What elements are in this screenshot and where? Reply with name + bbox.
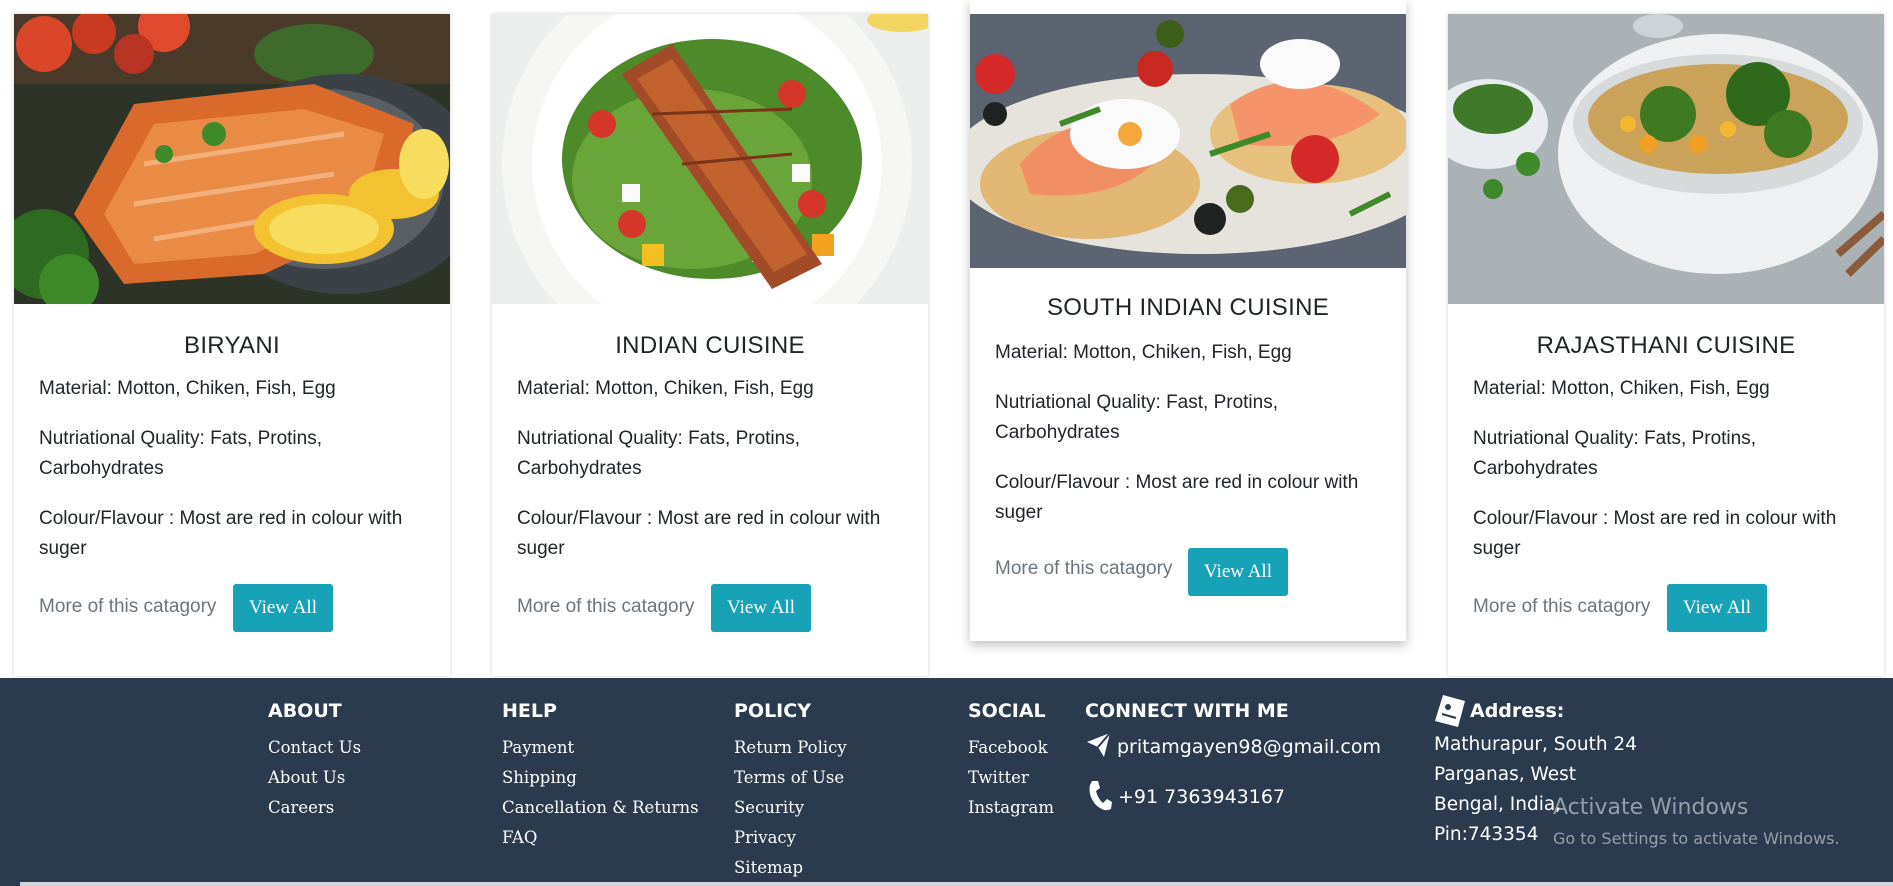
footer-link-instagram[interactable]: Instagram	[968, 798, 1054, 817]
footer-social-heading: SOCIAL	[968, 700, 1046, 722]
view-all-button[interactable]: View All	[233, 584, 333, 632]
eggs-benedict-image	[970, 14, 1406, 268]
card-material: Material: Motton, Chiken, Fish, Egg	[1473, 378, 1770, 399]
footer-link-facebook[interactable]: Facebook	[968, 738, 1048, 757]
card-colour: Colour/Flavour : Most are red in colour …	[995, 472, 1359, 523]
card-nutrition: Nutriational Quality: Fats, Protins, Car…	[39, 428, 322, 479]
footer-link-sitemap[interactable]: Sitemap	[734, 858, 803, 877]
footer-about-heading: ABOUT	[268, 700, 342, 722]
footer-connect-heading: CONNECT WITH ME	[1085, 700, 1289, 722]
footer-link-careers[interactable]: Careers	[268, 798, 334, 817]
card-biryani: BIRYANI Material: Motton, Chiken, Fish, …	[14, 14, 450, 676]
card-title: INDIAN CUISINE	[615, 332, 805, 359]
footer-phone[interactable]: +91 7363943167	[1118, 786, 1285, 808]
card-material: Material: Motton, Chiken, Fish, Egg	[995, 342, 1292, 363]
card-title: RAJASTHANI CUISINE	[1536, 332, 1796, 359]
footer-policy-heading: POLICY	[734, 700, 811, 722]
footer-link-about-us[interactable]: About Us	[268, 768, 345, 787]
footer-link-terms-of-use[interactable]: Terms of Use	[734, 768, 844, 787]
address-card-icon	[1434, 694, 1466, 728]
footer-link-return-policy[interactable]: Return Policy	[734, 738, 847, 757]
card-rajasthani-cuisine: RAJASTHANI CUISINE Material: Motton, Chi…	[1448, 14, 1884, 676]
more-category-text: More of this catagory	[39, 596, 217, 617]
footer-address-heading: Address:	[1470, 700, 1565, 722]
view-all-button[interactable]: View All	[1667, 584, 1767, 632]
more-category-text: More of this catagory	[995, 558, 1173, 579]
card-material: Material: Motton, Chiken, Fish, Egg	[39, 378, 336, 399]
quinoa-bowl-image	[1448, 14, 1884, 304]
card-nutrition: Nutriational Quality: Fats, Protins, Car…	[517, 428, 800, 479]
email-icon	[1084, 730, 1114, 760]
card-material: Material: Motton, Chiken, Fish, Egg	[517, 378, 814, 399]
address-line: Mathurapur, South 24	[1434, 734, 1637, 755]
footer-link-twitter[interactable]: Twitter	[968, 768, 1029, 787]
address-line: Parganas, West	[1434, 764, 1576, 785]
footer-link-cancellation-returns[interactable]: Cancellation & Returns	[502, 798, 699, 817]
view-all-button[interactable]: View All	[1188, 548, 1288, 596]
view-all-button[interactable]: View All	[711, 584, 811, 632]
card-title: BIRYANI	[184, 332, 280, 359]
bottom-scroll-edge	[20, 882, 1893, 886]
more-category-text: More of this catagory	[1473, 596, 1651, 617]
card-colour: Colour/Flavour : Most are red in colour …	[39, 508, 403, 559]
footer-link-security[interactable]: Security	[734, 798, 804, 817]
site-footer: ABOUT Contact Us About Us Careers HELP P…	[0, 678, 1893, 886]
footer-link-faq[interactable]: FAQ	[502, 828, 537, 847]
footer-link-contact-us[interactable]: Contact Us	[268, 738, 361, 757]
card-colour: Colour/Flavour : Most are red in colour …	[517, 508, 881, 559]
activate-windows-subtitle: Go to Settings to activate Windows.	[1553, 829, 1840, 848]
card-colour: Colour/Flavour : Most are red in colour …	[1473, 508, 1837, 559]
footer-link-privacy[interactable]: Privacy	[734, 828, 796, 847]
phone-icon	[1086, 779, 1112, 813]
card-indian-cuisine: INDIAN CUISINE Material: Motton, Chiken,…	[492, 14, 928, 676]
card-nutrition: Nutriational Quality: Fast, Protins, Car…	[995, 392, 1278, 443]
salmon-salad-image	[492, 14, 928, 304]
footer-link-shipping[interactable]: Shipping	[502, 768, 577, 787]
footer-help-heading: HELP	[502, 700, 557, 722]
card-south-indian-cuisine: SOUTH INDIAN CUISINE Material: Motton, C…	[970, 0, 1406, 641]
footer-link-payment[interactable]: Payment	[502, 738, 574, 757]
footer-email[interactable]: pritamgayen98@gmail.com	[1117, 736, 1381, 758]
card-nutrition: Nutriational Quality: Fats, Protins, Car…	[1473, 428, 1756, 479]
card-title: SOUTH INDIAN CUISINE	[1046, 294, 1330, 321]
activate-windows-title: Activate Windows	[1553, 795, 1749, 820]
salmon-fillet-image	[14, 14, 450, 304]
more-category-text: More of this catagory	[517, 596, 695, 617]
